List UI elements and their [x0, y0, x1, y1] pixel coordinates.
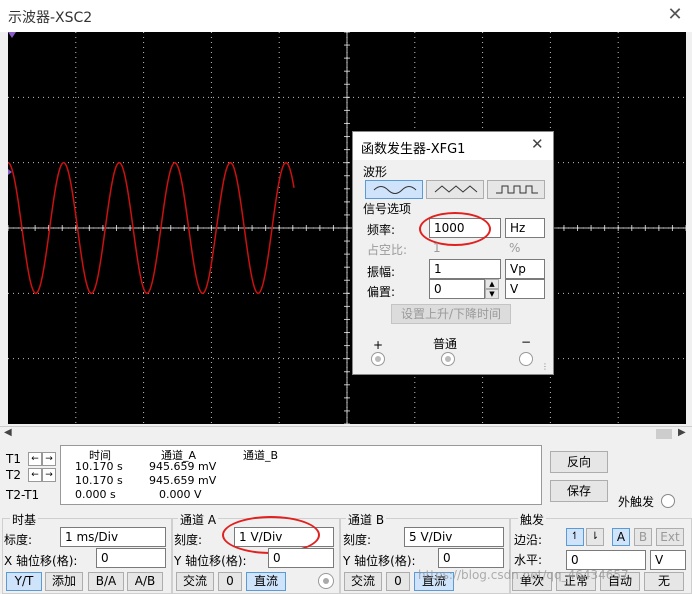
title-bar: [0, 0, 692, 32]
scroll-right-icon[interactable]: ▶: [678, 427, 686, 438]
save-button[interactable]: 保存: [550, 480, 608, 502]
rise-fall-time-button[interactable]: 设置上升/下降时间: [391, 304, 511, 324]
timebase-scale-field[interactable]: 1 ms/Div: [60, 527, 166, 547]
fg-plus-label: +: [373, 338, 384, 352]
channel-a-scale-label: 刻度:: [174, 533, 203, 547]
yt-mode-button[interactable]: Y/T: [6, 572, 42, 591]
offset-down-icon[interactable]: ▼: [485, 289, 499, 299]
fg-duty-field[interactable]: 1: [433, 241, 441, 255]
close-button[interactable]: ✕: [664, 4, 686, 26]
trigger-level-field[interactable]: 0: [566, 550, 646, 570]
channel-b-ypos-label: Y 轴位移(格):: [343, 554, 416, 568]
t1-time: 10.170 s: [75, 460, 123, 473]
col-b-header: 通道_B: [243, 449, 279, 462]
t2-label: T2: [6, 468, 21, 482]
fg-offset-field[interactable]: 0: [429, 279, 485, 299]
t1-left-arrow-icon[interactable]: ←: [28, 452, 42, 466]
fg-frequency-label: 频率:: [367, 223, 396, 237]
scroll-thumb[interactable]: [656, 429, 672, 439]
fg-duty-unit: %: [509, 241, 521, 255]
trigger-title: 触发: [518, 511, 547, 528]
trigger-edge-label: 边沿:: [514, 533, 543, 547]
fg-waveform-label: 波形: [363, 165, 388, 179]
horizontal-scrollbar[interactable]: ◀ ▶: [0, 426, 692, 441]
oscilloscope-screen: [7, 31, 687, 425]
channel-b-title: 通道 B: [346, 511, 387, 528]
fg-amplitude-unit[interactable]: Vp: [505, 259, 545, 279]
annotation-circle-frequency: [419, 212, 491, 246]
reverse-button[interactable]: 反向: [550, 451, 608, 473]
fg-duty-label: 占空比:: [367, 243, 408, 257]
t2-channel-a: 945.659 mV: [149, 474, 217, 487]
ext-trigger-terminal[interactable]: [661, 494, 675, 508]
fg-close-icon[interactable]: ✕: [531, 135, 544, 153]
fg-frequency-unit[interactable]: Hz: [505, 218, 545, 238]
channel-b-ypos-field[interactable]: 0: [438, 548, 504, 568]
channel-a-marker: [8, 169, 12, 175]
add-mode-button[interactable]: 添加: [45, 572, 83, 591]
channel-a-terminal[interactable]: [318, 573, 334, 589]
fg-plus-terminal[interactable]: [371, 352, 385, 366]
function-generator-window: 函数发生器-XFG1 ✕ 波形 信号选项 频率: 1000 Hz 占空比: 1 …: [352, 131, 554, 375]
ab-mode-button[interactable]: A/B: [127, 572, 163, 591]
x-position-label: X 轴位移(格):: [4, 554, 78, 568]
channel-a-dc-button[interactable]: 直流: [246, 572, 286, 591]
channel-b-zero-button[interactable]: 0: [386, 572, 410, 591]
t2-time: 10.170 s: [75, 474, 123, 487]
t1-cursor-marker[interactable]: [8, 32, 16, 38]
t2-t1-label: T2-T1: [6, 488, 40, 502]
scroll-left-icon[interactable]: ◀: [4, 427, 12, 438]
channel-b-ac-button[interactable]: 交流: [344, 572, 382, 591]
fg-common-label: 普通: [433, 337, 458, 351]
channel-a-zero-button[interactable]: 0: [218, 572, 242, 591]
sine-wave-icon[interactable]: [365, 180, 423, 199]
trigger-none-button[interactable]: 无: [644, 572, 684, 591]
fg-title: 函数发生器-XFG1: [361, 142, 466, 157]
window-title: 示波器-XSC2: [8, 10, 93, 26]
square-wave-icon[interactable]: [487, 180, 545, 199]
trigger-level-label: 水平:: [514, 553, 543, 567]
t1-channel-a: 945.659 mV: [149, 460, 217, 473]
t2-t1-time: 0.000 s: [75, 488, 116, 501]
x-position-field[interactable]: 0: [96, 548, 166, 568]
fg-common-terminal[interactable]: [441, 352, 455, 366]
trigger-source-ext-button[interactable]: Ext: [656, 528, 684, 546]
channel-b-scale-label: 刻度:: [343, 533, 372, 547]
t1-label: T1: [6, 452, 21, 466]
channel-a-title: 通道 A: [178, 511, 219, 528]
trigger-source-a-button[interactable]: A: [612, 528, 630, 546]
t1-right-arrow-icon[interactable]: →: [42, 452, 56, 466]
channel-a-ypos-field[interactable]: 0: [268, 548, 334, 568]
rising-edge-icon[interactable]: ↿: [566, 528, 584, 546]
ba-mode-button[interactable]: B/A: [88, 572, 124, 591]
t2-right-arrow-icon[interactable]: →: [42, 468, 56, 482]
fg-minus-terminal[interactable]: [519, 352, 533, 366]
falling-edge-icon[interactable]: ⇂: [586, 528, 604, 546]
trigger-source-b-button[interactable]: B: [634, 528, 652, 546]
fg-offset-label: 偏置:: [367, 285, 396, 299]
fg-signal-options-label: 信号选项: [363, 202, 412, 216]
triangle-wave-icon[interactable]: [426, 180, 484, 199]
fg-offset-unit[interactable]: V: [505, 279, 545, 299]
scope-grid: [7, 31, 687, 425]
fg-amplitude-label: 振幅:: [367, 265, 396, 279]
measurement-readout: 时间 通道_A 通道_B 10.170 s 945.659 mV 10.170 …: [60, 445, 542, 505]
channel-a-ypos-label: Y 轴位移(格):: [174, 554, 247, 568]
resize-grip-icon[interactable]: ⋮: [541, 362, 549, 371]
watermark: https://blog.csdn.net/qq_46434657: [418, 568, 629, 582]
offset-up-icon[interactable]: ▲: [485, 279, 499, 289]
t2-left-arrow-icon[interactable]: ←: [28, 468, 42, 482]
fg-amplitude-field[interactable]: 1: [429, 259, 501, 279]
ext-trigger-label: 外触发: [618, 495, 655, 509]
channel-b-scale-field[interactable]: 5 V/Div: [404, 527, 504, 547]
trigger-level-unit[interactable]: V: [650, 550, 686, 570]
timebase-scale-label: 标度:: [4, 533, 33, 547]
timebase-title: 时基: [10, 511, 39, 528]
t2-t1-channel-a: 0.000 V: [159, 488, 202, 501]
fg-minus-label: −: [521, 335, 532, 349]
channel-a-ac-button[interactable]: 交流: [176, 572, 214, 591]
